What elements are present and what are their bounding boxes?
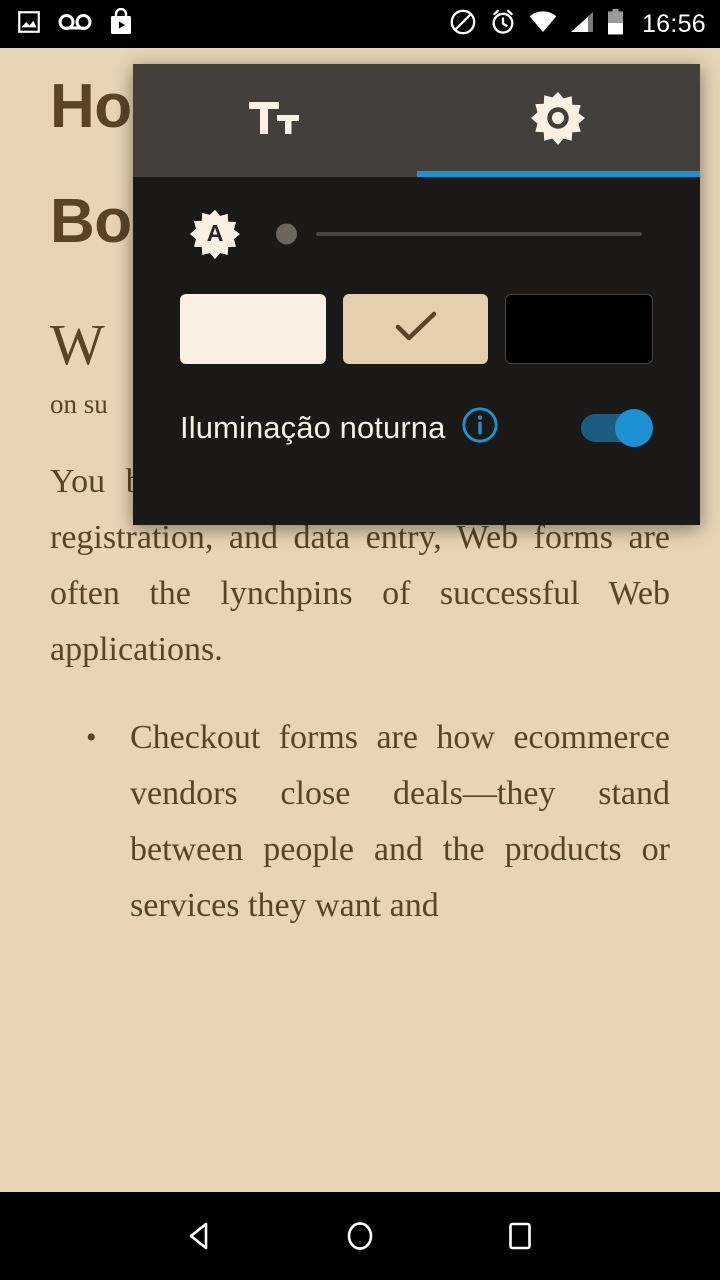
battery-icon — [607, 8, 624, 40]
android-navigation-bar — [0, 1192, 720, 1280]
night-light-toggle-knob — [615, 408, 653, 447]
nav-recents-button[interactable] — [490, 1206, 550, 1266]
theme-swatch-row — [133, 294, 700, 364]
alarm-icon — [489, 8, 517, 41]
status-bar-left-icons — [16, 7, 134, 41]
night-light-row: Iluminação noturna — [133, 406, 700, 449]
play-store-icon — [108, 7, 134, 41]
cell-signal-icon — [569, 11, 595, 38]
book-bullet-list: Checkout forms are how ecommerce vendors… — [50, 710, 670, 934]
status-bar-clock: 16:56 — [641, 9, 706, 38]
brightness-slider-thumb[interactable] — [276, 223, 297, 244]
voicemail-icon — [58, 11, 92, 38]
night-light-label: Iluminação noturna — [180, 409, 446, 445]
tab-brightness-settings[interactable] — [416, 64, 700, 177]
settings-tab-bar — [133, 64, 700, 177]
brightness-control-row: A — [133, 177, 700, 290]
phone-screen: 16:56 Ho Bo W on su You bet we do. As ar… — [0, 0, 720, 1280]
reader-settings-dialog: A Iluminação noturna — [133, 64, 700, 525]
nav-home-button[interactable] — [330, 1206, 390, 1266]
info-icon[interactable] — [461, 406, 499, 449]
selected-check-icon — [395, 311, 437, 348]
status-bar: 16:56 — [0, 0, 720, 48]
screenshot-image-icon — [16, 9, 42, 40]
wifi-icon — [529, 10, 557, 38]
nav-back-button[interactable] — [170, 1206, 230, 1266]
night-light-toggle[interactable] — [581, 408, 653, 447]
brightness-sun-icon — [531, 91, 586, 150]
theme-swatch-black[interactable] — [505, 294, 654, 364]
status-bar-right-icons: 16:56 — [449, 8, 706, 41]
brightness-slider-track[interactable] — [316, 231, 642, 236]
do-not-disturb-icon — [449, 8, 477, 41]
text-size-icon — [247, 96, 303, 145]
theme-swatch-white[interactable] — [180, 294, 326, 364]
theme-swatch-sepia[interactable] — [342, 294, 489, 364]
brightness-slider[interactable] — [276, 209, 652, 259]
auto-brightness-icon[interactable]: A — [190, 209, 240, 259]
list-item: Checkout forms are how ecommerce vendors… — [86, 710, 670, 934]
tab-text-settings[interactable] — [133, 64, 417, 177]
